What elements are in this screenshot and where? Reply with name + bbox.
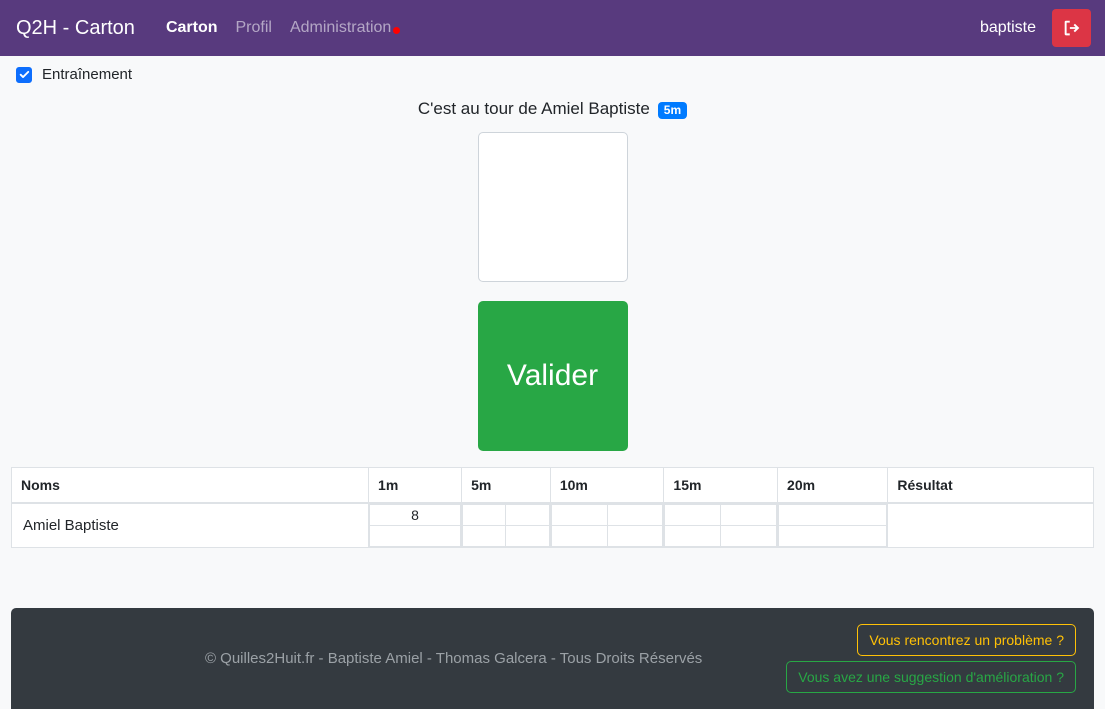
navbar-right: baptiste bbox=[980, 9, 1093, 47]
slot-subtable-1m: 8 bbox=[369, 504, 462, 547]
nav-link-administration-label: Administration bbox=[289, 19, 392, 36]
column-header-5m: 5m bbox=[461, 467, 551, 504]
slot-cell[interactable] bbox=[505, 504, 550, 526]
nav-link-profil[interactable]: Profil bbox=[227, 0, 281, 56]
turn-title-text: C'est au tour de Amiel Baptiste bbox=[417, 99, 650, 118]
nav-link-administration[interactable]: Administration bbox=[281, 0, 409, 56]
turn-distance-badge: 5m bbox=[657, 101, 688, 119]
slot-cell[interactable] bbox=[550, 525, 608, 547]
column-header-noms: Noms bbox=[10, 467, 370, 504]
navbar-links: Carton Profil Administration bbox=[157, 0, 409, 56]
slot-group-20m[interactable] bbox=[777, 502, 889, 548]
nav-link-carton[interactable]: Carton bbox=[157, 0, 227, 56]
slot-group-15m[interactable] bbox=[663, 502, 779, 548]
column-header-1m: 1m bbox=[368, 467, 463, 504]
slot-cell[interactable] bbox=[606, 525, 664, 547]
result-cell bbox=[887, 502, 1094, 548]
scores-table-header-row: Noms 1m 5m 10m 15m 20m Résultat bbox=[10, 467, 1094, 504]
slot-cell[interactable] bbox=[550, 504, 608, 526]
footer: © Quilles2Huit.fr - Baptiste Amiel - Tho… bbox=[11, 608, 1094, 709]
training-checkbox[interactable] bbox=[16, 66, 32, 83]
turn-title: C'est au tour de Amiel Baptiste 5m bbox=[0, 99, 1105, 119]
column-header-15m: 15m bbox=[663, 467, 779, 504]
scores-table-head: Noms 1m 5m 10m 15m 20m Résultat bbox=[10, 467, 1094, 504]
slot-cell[interactable] bbox=[369, 525, 462, 547]
training-label: Entraînement bbox=[42, 66, 133, 83]
slot-cell[interactable] bbox=[720, 504, 778, 526]
slot-cell[interactable]: 8 bbox=[369, 504, 462, 526]
score-input-box[interactable] bbox=[477, 132, 628, 282]
navbar: Q2H - Carton Carton Profil Administratio… bbox=[0, 0, 1105, 56]
column-header-20m: 20m bbox=[777, 467, 889, 504]
slot-cell[interactable] bbox=[664, 504, 722, 526]
player-name-cell: Amiel Baptiste bbox=[10, 502, 370, 548]
suggest-improvement-button[interactable]: Vous avez une suggestion d'amélioration … bbox=[786, 661, 1076, 693]
scores-table-wrap: Noms 1m 5m 10m 15m 20m Résultat Amiel Ba… bbox=[0, 451, 1105, 548]
slot-group-5m[interactable] bbox=[461, 502, 551, 548]
slot-subtable-20m bbox=[778, 504, 888, 547]
current-user-label: baptiste bbox=[979, 19, 1036, 36]
validate-button[interactable]: Valider bbox=[477, 301, 628, 451]
slot-cell[interactable] bbox=[462, 525, 507, 547]
table-row: Amiel Baptiste 8 bbox=[10, 502, 1094, 548]
scores-table-body: Amiel Baptiste 8 bbox=[10, 502, 1094, 548]
column-header-10m: 10m bbox=[549, 467, 665, 504]
slot-cell[interactable] bbox=[778, 525, 888, 547]
sign-out-icon bbox=[1063, 19, 1081, 37]
logout-button[interactable] bbox=[1052, 9, 1091, 47]
report-problem-button[interactable]: Vous rencontrez un problème ? bbox=[857, 624, 1076, 656]
slot-subtable-10m bbox=[550, 504, 664, 547]
slot-cell[interactable] bbox=[778, 504, 888, 526]
slot-subtable-5m bbox=[462, 504, 550, 547]
footer-buttons: Vous rencontrez un problème ? Vous avez … bbox=[786, 624, 1094, 693]
training-toggle-row[interactable]: Entraînement bbox=[0, 56, 1105, 91]
footer-copyright: © Quilles2Huit.fr - Baptiste Amiel - Tho… bbox=[204, 650, 703, 667]
slot-group-1m[interactable]: 8 bbox=[368, 502, 463, 548]
column-header-resultat: Résultat bbox=[887, 467, 1094, 504]
main-content: C'est au tour de Amiel Baptiste 5m Valid… bbox=[0, 99, 1105, 451]
slot-cell[interactable] bbox=[606, 504, 664, 526]
notification-dot-icon bbox=[393, 27, 401, 35]
slot-cell[interactable] bbox=[462, 504, 507, 526]
slot-group-10m[interactable] bbox=[549, 502, 665, 548]
navbar-brand[interactable]: Q2H - Carton bbox=[16, 17, 135, 40]
slot-subtable-15m bbox=[664, 504, 778, 547]
slot-cell[interactable] bbox=[664, 525, 722, 547]
scores-table: Noms 1m 5m 10m 15m 20m Résultat Amiel Ba… bbox=[10, 467, 1094, 548]
slot-cell[interactable] bbox=[720, 525, 778, 547]
slot-cell[interactable] bbox=[505, 525, 550, 547]
